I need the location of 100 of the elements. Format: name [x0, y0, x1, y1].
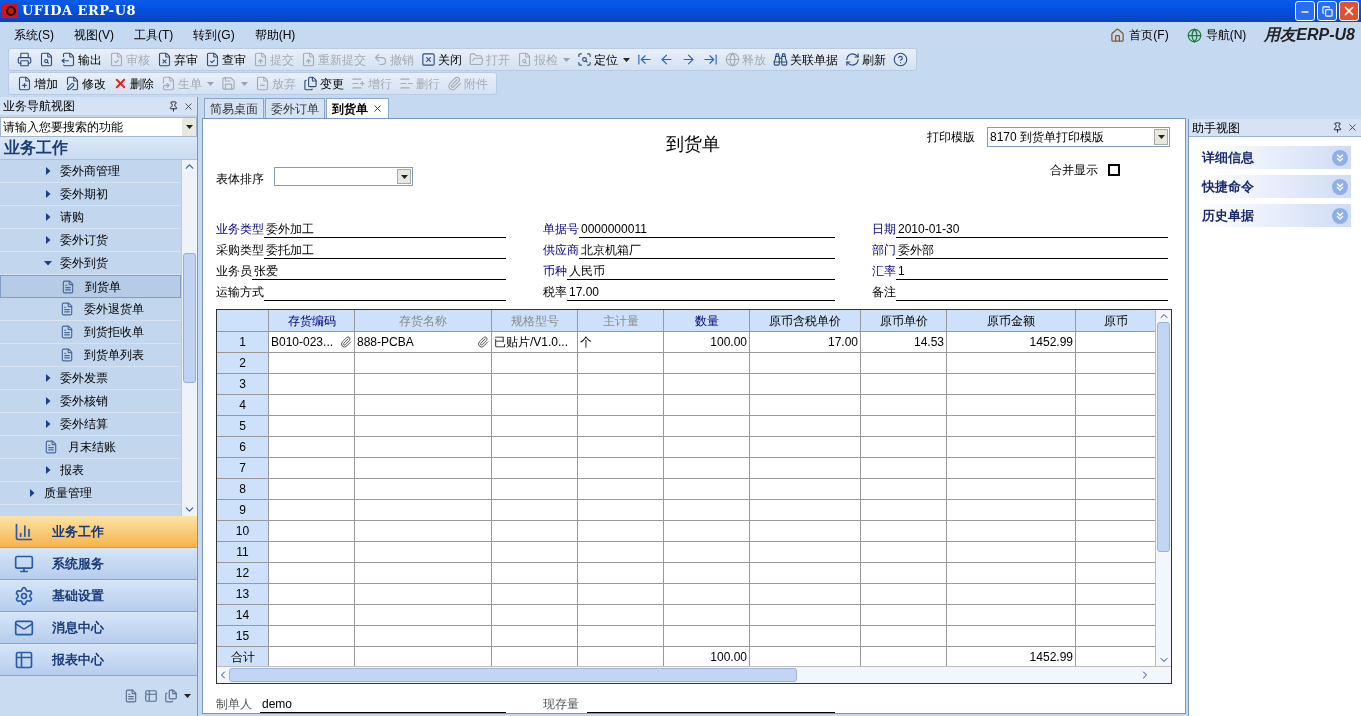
- toolbar-button[interactable]: 关闭: [419, 49, 464, 70]
- document-arrow-icon: [161, 76, 176, 91]
- field-label: 币种: [543, 263, 567, 280]
- field-label: 采购类型: [216, 242, 264, 259]
- document-x-icon: [157, 52, 172, 67]
- globe-icon: [725, 52, 740, 67]
- row-number: 9: [217, 500, 269, 521]
- document-icon: [60, 348, 74, 362]
- navigation-button[interactable]: 消息中心: [0, 612, 197, 644]
- export-icon: [61, 52, 76, 67]
- home-icon: [1110, 27, 1126, 43]
- paperclip-icon[interactable]: [340, 336, 352, 348]
- assistant-section[interactable]: 快捷命令: [1199, 175, 1351, 198]
- chart-icon: [14, 521, 34, 542]
- table-cell: 100.00: [664, 332, 750, 353]
- document-icon[interactable]: [124, 689, 138, 703]
- document-icon: [60, 302, 74, 316]
- navigation-button[interactable]: 基础设置: [0, 580, 197, 612]
- field-input[interactable]: 委外加工: [264, 221, 506, 238]
- section-title: 业务工作: [4, 138, 68, 158]
- column-header[interactable]: 原币含税单价: [750, 310, 861, 332]
- toolbar-button[interactable]: 变更: [301, 73, 346, 94]
- top-link[interactable]: 导航(N): [1186, 26, 1247, 44]
- top-link[interactable]: 首页(F): [1110, 26, 1169, 44]
- toolbar-button[interactable]: 弃审: [155, 49, 200, 70]
- delete-row-icon: [399, 76, 414, 91]
- merge-checkbox[interactable]: [1108, 164, 1120, 176]
- menu-item[interactable]: 视图(V): [74, 26, 114, 44]
- tree-item[interactable]: 到货拒收单: [0, 321, 181, 344]
- scrollbar[interactable]: [181, 160, 197, 516]
- close-icon[interactable]: [183, 100, 194, 112]
- pin-icon[interactable]: [168, 100, 179, 112]
- field-label: 日期: [872, 221, 896, 238]
- column-header[interactable]: 原币金额: [947, 310, 1076, 332]
- menu-item[interactable]: 工具(T): [134, 26, 174, 44]
- expand-icon: [1332, 207, 1348, 224]
- document-icon: [44, 440, 58, 454]
- column-header[interactable]: 存货编码: [269, 310, 355, 332]
- document-minus-icon: [255, 76, 270, 91]
- paperclip-icon: [447, 76, 462, 91]
- collapsed-arrow-icon: [44, 213, 52, 221]
- grid-icon[interactable]: [144, 689, 158, 703]
- field-input[interactable]: 0000000011: [579, 221, 835, 238]
- minimize-button[interactable]: [1295, 1, 1315, 21]
- field-input[interactable]: demo: [260, 696, 506, 713]
- toolbar-button[interactable]: 增加: [15, 73, 60, 94]
- next-icon: [681, 52, 696, 67]
- row-number: 12: [217, 563, 269, 584]
- close-button[interactable]: [1339, 1, 1359, 21]
- toolbar-button[interactable]: 修改: [63, 73, 108, 94]
- field-label: 业务员: [216, 263, 252, 280]
- tab[interactable]: 委外订单: [265, 98, 325, 118]
- row-number: 2: [217, 353, 269, 374]
- tab[interactable]: 到货单: [326, 98, 389, 118]
- horizontal-scrollbar[interactable]: [217, 666, 1171, 683]
- table-cell: 已贴片/V1.0...: [492, 332, 578, 353]
- menu-item[interactable]: 系统(S): [14, 26, 54, 44]
- tree-item[interactable]: 到货单: [0, 275, 181, 298]
- sort-select[interactable]: [274, 167, 413, 186]
- collapsed-arrow-icon: [44, 167, 52, 175]
- navigation-button[interactable]: 业务工作: [0, 516, 197, 548]
- sort-label: 表体排序: [216, 171, 264, 188]
- toolbar-button[interactable]: 删除: [111, 73, 156, 94]
- field-input[interactable]: 委托加工: [264, 242, 506, 259]
- previous-icon: [659, 52, 674, 67]
- column-header[interactable]: 原币单价: [861, 310, 947, 332]
- close-icon[interactable]: [1347, 122, 1358, 133]
- field-input[interactable]: 1: [896, 263, 1168, 280]
- toolbar-button[interactable]: 查审: [203, 49, 248, 70]
- toolbar-button[interactable]: 关联单据: [771, 49, 840, 70]
- document-icon: [61, 279, 75, 294]
- navigation-button[interactable]: 系统服务: [0, 548, 197, 580]
- documents-icon: [303, 76, 318, 91]
- column-header[interactable]: 数量: [664, 310, 750, 332]
- toolbar-button[interactable]: 输出: [59, 49, 104, 70]
- field-input[interactable]: 北京机箱厂: [579, 242, 835, 259]
- paperclip-icon[interactable]: [477, 336, 489, 348]
- pin-icon[interactable]: [1332, 122, 1343, 133]
- print-template-select[interactable]: 8170 到货单打印模版: [987, 127, 1170, 147]
- cell-text: 888-PCBA: [357, 334, 414, 351]
- navigation-button[interactable]: 报表中心: [0, 644, 197, 676]
- tree-item[interactable]: 委外退货单: [0, 298, 181, 321]
- toolbar-button[interactable]: 定位: [575, 49, 632, 70]
- menu-item[interactable]: 转到(G): [193, 26, 235, 44]
- toolbar-button[interactable]: 刷新: [843, 49, 888, 70]
- tree-item[interactable]: 到货单列表: [0, 344, 181, 367]
- assistant-section[interactable]: 详细信息: [1199, 146, 1351, 169]
- field-input[interactable]: 17.00: [567, 284, 835, 301]
- field-input[interactable]: 张爱: [252, 263, 506, 280]
- tab[interactable]: 简易桌面: [204, 98, 264, 118]
- menu-item[interactable]: 帮助(H): [254, 26, 296, 44]
- vertical-scrollbar[interactable]: [1155, 310, 1171, 666]
- restore-button[interactable]: [1317, 1, 1337, 21]
- tree-item[interactable]: 月末结账: [0, 436, 181, 459]
- assistant-section[interactable]: 历史单据: [1199, 204, 1351, 227]
- row-number: 8: [217, 479, 269, 500]
- field-input[interactable]: 委外部: [896, 242, 1168, 259]
- search-field[interactable]: 请输入您要搜索的功能: [0, 117, 197, 137]
- field-input[interactable]: 2010-01-30: [896, 221, 1168, 238]
- field-input[interactable]: 人民币: [567, 263, 835, 280]
